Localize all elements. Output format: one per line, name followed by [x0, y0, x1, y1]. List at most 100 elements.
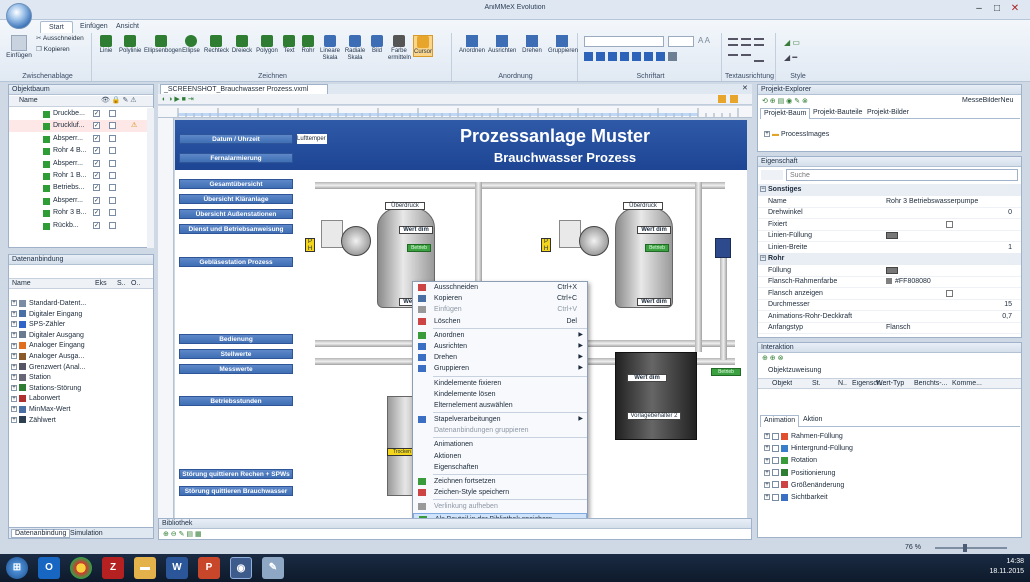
view-toggle-icons[interactable] [761, 170, 783, 180]
datenanbindung-row[interactable]: + Laborwert [9, 394, 149, 404]
visible-checkbox[interactable]: ✓ [93, 196, 100, 204]
lock-checkbox[interactable] [109, 134, 116, 142]
context-menu-item[interactable]: Anordnen ▶ [413, 330, 587, 341]
property-row[interactable]: Flansch anzeigen [758, 288, 1021, 300]
canvas-nav-button[interactable]: Dienst und Betriebsanweisung [179, 224, 293, 234]
context-menu-item[interactable]: Aktionen [413, 451, 587, 462]
canvas-nav-button[interactable]: Stellwerte [179, 349, 293, 359]
expand-icon[interactable]: + [764, 433, 770, 440]
datenanbindung-row[interactable]: + Stations-Störung [9, 384, 149, 394]
property-row[interactable]: Flansch-Rahmenfarbe #FF808080 [758, 276, 1021, 289]
subscript-button[interactable] [632, 52, 641, 61]
canvas-toolbar-icons[interactable]: ◐ ◑ ▶ ■ ⇥ [162, 95, 194, 103]
objektbaum-row[interactable]: Absperr... ✓ [9, 133, 147, 145]
zoom-slider-thumb[interactable] [963, 544, 967, 552]
visible-checkbox[interactable]: ✓ [93, 110, 100, 117]
visible-checkbox[interactable]: ✓ [93, 122, 100, 130]
datenanbindung-row[interactable]: + Standard-Datent... [9, 299, 149, 309]
tab-animation[interactable]: Animation [760, 415, 800, 427]
expand-icon[interactable]: + [764, 469, 770, 476]
align-bottom-button[interactable] [754, 54, 764, 62]
expand-icon[interactable]: + [764, 131, 770, 138]
lock-checkbox[interactable] [109, 122, 116, 130]
pump-2-motor[interactable] [579, 226, 609, 256]
draw-tool-2[interactable]: Ellipsenbogen [144, 35, 182, 55]
property-row[interactable]: Linien-Breite 1 [758, 242, 1021, 254]
context-menu-item[interactable]: Verlinkung aufheben [413, 501, 587, 512]
superscript-button[interactable] [644, 52, 653, 61]
context-menu-item[interactable]: Einfügen Ctrl+V [413, 304, 587, 315]
lock-checkbox[interactable] [109, 196, 116, 204]
tab-projekt-bauteile[interactable]: Projekt-Bauteile [810, 108, 865, 117]
chrome-icon[interactable] [70, 557, 92, 579]
objektbaum-row[interactable]: Rohr 4 B... ✓ [9, 145, 147, 157]
animation-checkbox[interactable] [772, 457, 779, 465]
canvas-nav-button[interactable]: Betriebsstunden [179, 396, 293, 406]
cut-button[interactable]: ✂ Ausschneiden [36, 34, 84, 42]
draw-tool-11[interactable]: Bild [369, 35, 385, 55]
tab-projekt-bilder[interactable]: Projekt-Bilder [864, 108, 912, 117]
expand-icon[interactable]: + [11, 342, 17, 349]
property-row[interactable]: Drehwinkel 0 [758, 207, 1021, 220]
context-menu-item[interactable]: Löschen Del [413, 316, 587, 327]
animation-checkbox[interactable] [772, 444, 779, 452]
canvas-nav-button[interactable]: Gesamtübersicht [179, 179, 293, 189]
property-row[interactable]: Anfangstyp Flansch [758, 322, 1021, 334]
tab-ansicht[interactable]: Ansicht [108, 21, 147, 33]
context-menu-item[interactable]: Kindelemente lösen [413, 389, 587, 400]
objektbaum-row[interactable]: Rohr 1 B... ✓ [9, 170, 147, 182]
expand-icon[interactable]: + [11, 384, 17, 391]
property-swatch[interactable] [886, 232, 898, 240]
canvas-nav-button[interactable]: Datum / Uhrzeit [179, 134, 293, 144]
tab-simulation[interactable]: Simulation [67, 530, 106, 537]
interaktion-toolbar-icons[interactable]: ⊕ ⊕ ⊗ [762, 354, 784, 362]
expand-icon[interactable]: + [764, 445, 770, 452]
bibliothek-toolbar-icons[interactable]: ⊕ ⊖ ✎ ▤ ▦ [163, 530, 202, 538]
objektbaum-row[interactable]: Betriebs... ✓ [9, 182, 147, 194]
lock-checkbox[interactable] [109, 159, 116, 167]
visible-checkbox[interactable]: ✓ [93, 134, 100, 142]
draw-tool-8[interactable]: Rohr [300, 35, 316, 55]
draw-tool-4[interactable]: Rechteck [204, 35, 229, 55]
context-menu-item[interactable]: Zeichen-Style speichern [413, 487, 587, 498]
filezilla-icon[interactable]: Z [102, 557, 124, 579]
section-sonstiges[interactable]: − Sonstiges [758, 184, 1021, 196]
canvas-nav-button[interactable]: Übersicht Kläranlage [179, 194, 293, 204]
draw-tool-6[interactable]: Polygon [256, 35, 278, 55]
tree-item-processimages[interactable]: + ▬ ProcessImages [762, 129, 829, 141]
property-swatch[interactable] [946, 289, 953, 297]
lock-checkbox[interactable] [109, 221, 116, 229]
lock-checkbox[interactable] [109, 147, 116, 155]
visible-checkbox[interactable]: ✓ [93, 184, 100, 192]
paint-icon[interactable]: ✎ [262, 557, 284, 579]
grid-icon[interactable] [730, 95, 738, 103]
objektbaum-scrollbar[interactable] [147, 108, 154, 248]
property-row[interactable]: Fixiert [758, 219, 1021, 231]
expand-icon[interactable]: + [11, 331, 17, 338]
minimize-button[interactable]: – [972, 2, 986, 16]
font-color-button[interactable] [668, 52, 677, 61]
objektbaum-row[interactable]: Absperr... ✓ [9, 195, 147, 207]
expand-icon[interactable]: + [11, 300, 17, 307]
datenanbindung-row[interactable]: + Zählwert [9, 416, 149, 426]
draw-tool-9[interactable]: Lineare Skala [319, 35, 341, 62]
arrange-tool-1[interactable]: Ausrichten [488, 35, 516, 54]
underline-button[interactable] [608, 52, 617, 61]
copy-button[interactable]: ❐ Kopieren [36, 45, 70, 53]
context-menu-item[interactable]: Ausrichten ▶ [413, 341, 587, 352]
shadow-button[interactable] [656, 52, 665, 61]
property-row[interactable]: Animations-Rohr-Deckkraft 0,7 [758, 311, 1021, 323]
context-menu-item[interactable]: Animationen [413, 439, 587, 450]
explorer-link[interactable]: MesseBilderNeu [962, 97, 1013, 104]
lock-checkbox[interactable] [109, 110, 116, 117]
valve-actuator[interactable] [715, 238, 731, 258]
context-menu-item[interactable]: Datenanbindungen gruppieren [413, 425, 587, 436]
pump-1-motor[interactable] [341, 226, 371, 256]
italic-button[interactable] [596, 52, 605, 61]
animation-checkbox[interactable] [772, 432, 779, 440]
expand-icon[interactable]: + [11, 416, 17, 423]
pump-2[interactable] [559, 220, 581, 248]
expand-icon[interactable]: + [11, 321, 17, 328]
context-menu-item[interactable]: Stapelverarbeitungen ▶ [413, 414, 587, 425]
bold-button[interactable] [584, 52, 593, 61]
